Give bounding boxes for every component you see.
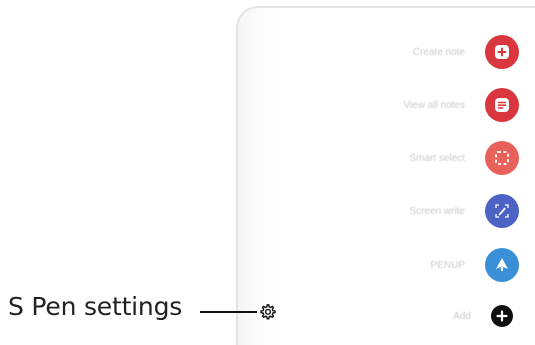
menu-item-label: View all notes	[403, 99, 465, 111]
menu-item-add[interactable]: Add	[238, 296, 535, 336]
s-pen-settings-callout: S Pen settings	[0, 288, 182, 324]
screen-write-icon	[485, 194, 519, 228]
menu-item-screen-write[interactable]: Screen write	[238, 191, 535, 231]
menu-item-label: Smart select	[409, 152, 465, 164]
add-icon	[491, 305, 513, 327]
menu-item-label: Screen write	[409, 205, 465, 217]
air-command-panel: Create note View all notes Smart select …	[236, 6, 535, 345]
menu-item-label: Add	[453, 310, 471, 322]
menu-item-create-note[interactable]: Create note	[238, 32, 535, 72]
gear-icon[interactable]	[259, 303, 277, 321]
menu-item-penup[interactable]: PENUP	[238, 245, 535, 285]
menu-item-view-all-notes[interactable]: View all notes	[238, 85, 535, 125]
callout-leader-line	[200, 311, 257, 313]
create-note-icon	[485, 35, 519, 69]
menu-item-smart-select[interactable]: Smart select	[238, 138, 535, 178]
penup-icon	[485, 248, 519, 282]
callout-label: S Pen settings	[8, 291, 183, 321]
view-notes-icon	[485, 88, 519, 122]
menu-item-label: PENUP	[430, 259, 465, 271]
smart-select-icon	[485, 141, 519, 175]
menu-item-label: Create note	[412, 46, 465, 58]
